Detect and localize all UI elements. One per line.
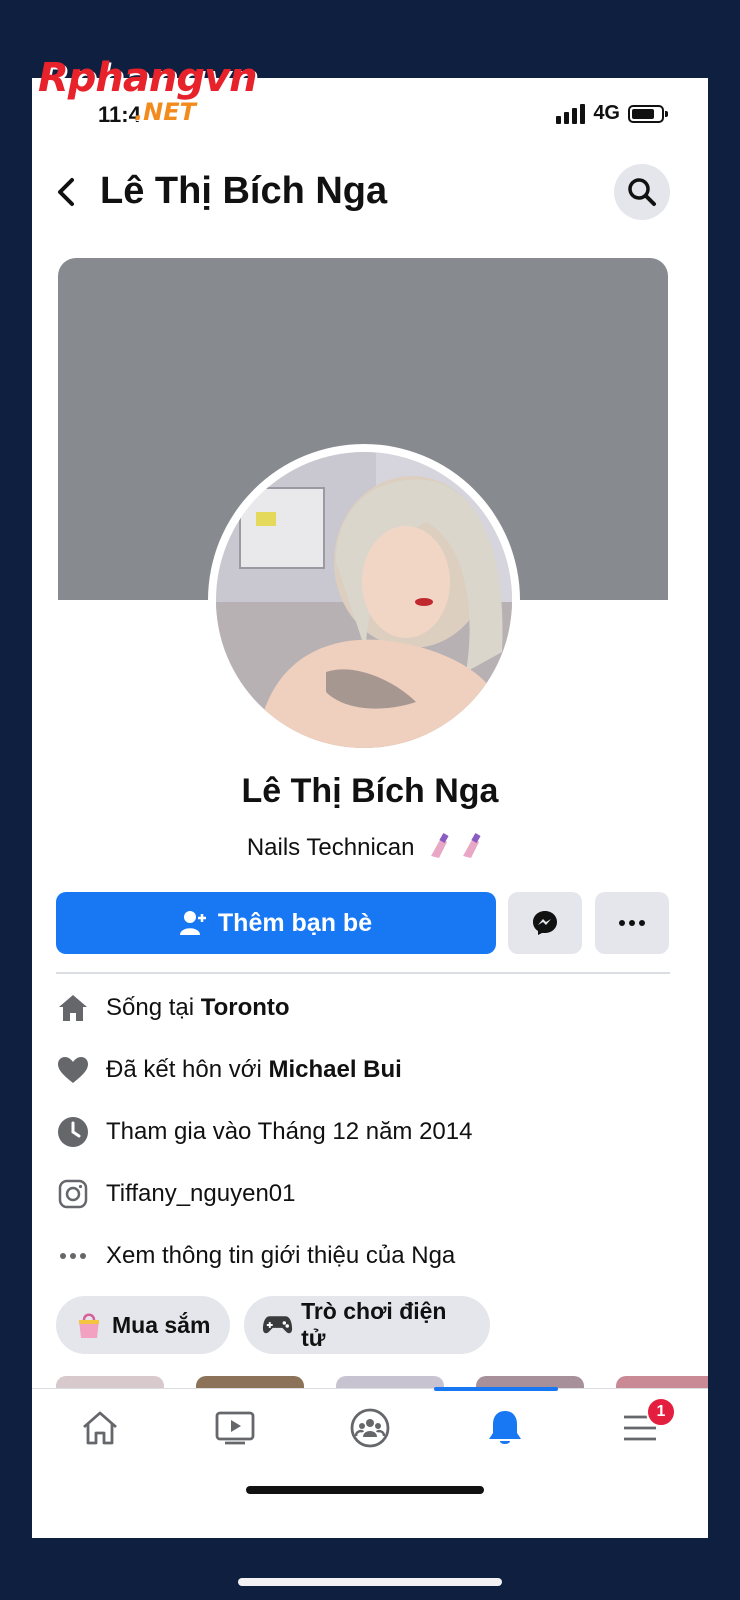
add-friend-button[interactable]: Thêm bạn bè bbox=[56, 892, 496, 954]
tab-menu[interactable]: 1 bbox=[572, 1389, 707, 1467]
notifications-icon bbox=[488, 1411, 521, 1444]
watermark-text: Rphangvn bbox=[38, 55, 258, 101]
menu-badge: 1 bbox=[646, 1397, 676, 1427]
site-watermark: Rphangvn .NET bbox=[38, 55, 258, 126]
profile-header: Lê Thị Bích Nga bbox=[32, 164, 708, 220]
nail-polish-icon bbox=[427, 830, 493, 867]
photo-strip bbox=[56, 1376, 708, 1390]
bio-text: Nails Technican bbox=[246, 833, 415, 861]
game-controller-icon bbox=[262, 1316, 293, 1334]
heart-icon bbox=[56, 1053, 90, 1087]
message-button[interactable] bbox=[508, 892, 582, 954]
instagram-handle: Tiffany_nguyen01 bbox=[106, 1180, 296, 1207]
joined-text: Tham gia vào Tháng 12 năm 2014 bbox=[106, 1118, 473, 1145]
more-options-button[interactable] bbox=[595, 892, 669, 954]
married-prefix: Đã kết hôn với bbox=[106, 1056, 269, 1083]
lives-city[interactable]: Toronto bbox=[201, 994, 290, 1021]
search-icon bbox=[628, 178, 656, 206]
see-about-text: Xem thông tin giới thiệu của Nga bbox=[106, 1242, 456, 1269]
tab-home[interactable] bbox=[32, 1389, 167, 1467]
ellipsis-icon bbox=[56, 1239, 90, 1273]
chip-gaming-label: Trò chơi điện tử bbox=[301, 1298, 447, 1351]
detail-see-about[interactable]: Xem thông tin giới thiệu của Nga bbox=[56, 1236, 670, 1276]
signal-icon bbox=[556, 103, 586, 124]
detail-joined: Tham gia vào Tháng 12 năm 2014 bbox=[56, 1112, 670, 1152]
messenger-icon bbox=[533, 911, 557, 935]
watermark-suffix: .NET bbox=[134, 98, 196, 126]
profile-avatar[interactable] bbox=[216, 452, 512, 748]
outer-home-indicator bbox=[238, 1578, 502, 1586]
chip-shopping-label: Mua sắm bbox=[112, 1311, 211, 1338]
phone-screen: 11:4 4G Lê Thị Bích Nga Lê Thị Bích Nga … bbox=[32, 78, 708, 1538]
shopping-bag-icon bbox=[79, 1313, 99, 1338]
chip-gaming[interactable]: Trò chơi điện tử bbox=[244, 1296, 490, 1354]
married-name[interactable]: Michael Bui bbox=[268, 1056, 401, 1083]
detail-lives-in: Sống tại Toronto bbox=[56, 988, 670, 1028]
clock-icon bbox=[56, 1115, 90, 1149]
page-title: Lê Thị Bích Nga bbox=[100, 170, 388, 212]
detail-relationship: Đã kết hôn với Michael Bui bbox=[56, 1050, 670, 1090]
chevron-left-icon bbox=[58, 178, 74, 206]
video-icon bbox=[215, 1411, 254, 1445]
profile-name: Lê Thị Bích Nga bbox=[241, 772, 499, 810]
battery-icon bbox=[628, 104, 668, 123]
status-indicators: 4G bbox=[556, 102, 668, 125]
detail-instagram[interactable]: Tiffany_nguyen01 bbox=[56, 1174, 670, 1214]
tab-notifications[interactable] bbox=[437, 1389, 572, 1467]
add-person-icon bbox=[179, 911, 206, 935]
more-dots-icon bbox=[619, 920, 645, 926]
bottom-tab-bar: 1 bbox=[32, 1387, 708, 1467]
profile-bio: Nails Technican bbox=[32, 830, 708, 867]
tab-video[interactable] bbox=[167, 1389, 302, 1467]
section-divider bbox=[56, 972, 670, 974]
add-friend-label: Thêm bạn bè bbox=[217, 908, 373, 937]
groups-icon bbox=[350, 1408, 389, 1448]
home-icon bbox=[82, 1411, 117, 1445]
chip-shopping[interactable]: Mua sắm bbox=[56, 1296, 230, 1354]
home-indicator bbox=[246, 1486, 484, 1494]
home-detail-icon bbox=[56, 991, 90, 1025]
back-button[interactable] bbox=[52, 174, 80, 210]
tab-groups[interactable] bbox=[302, 1389, 437, 1467]
instagram-icon bbox=[56, 1177, 90, 1211]
search-button[interactable] bbox=[614, 164, 670, 220]
lives-prefix: Sống tại bbox=[106, 994, 201, 1021]
network-label: 4G bbox=[593, 102, 620, 124]
